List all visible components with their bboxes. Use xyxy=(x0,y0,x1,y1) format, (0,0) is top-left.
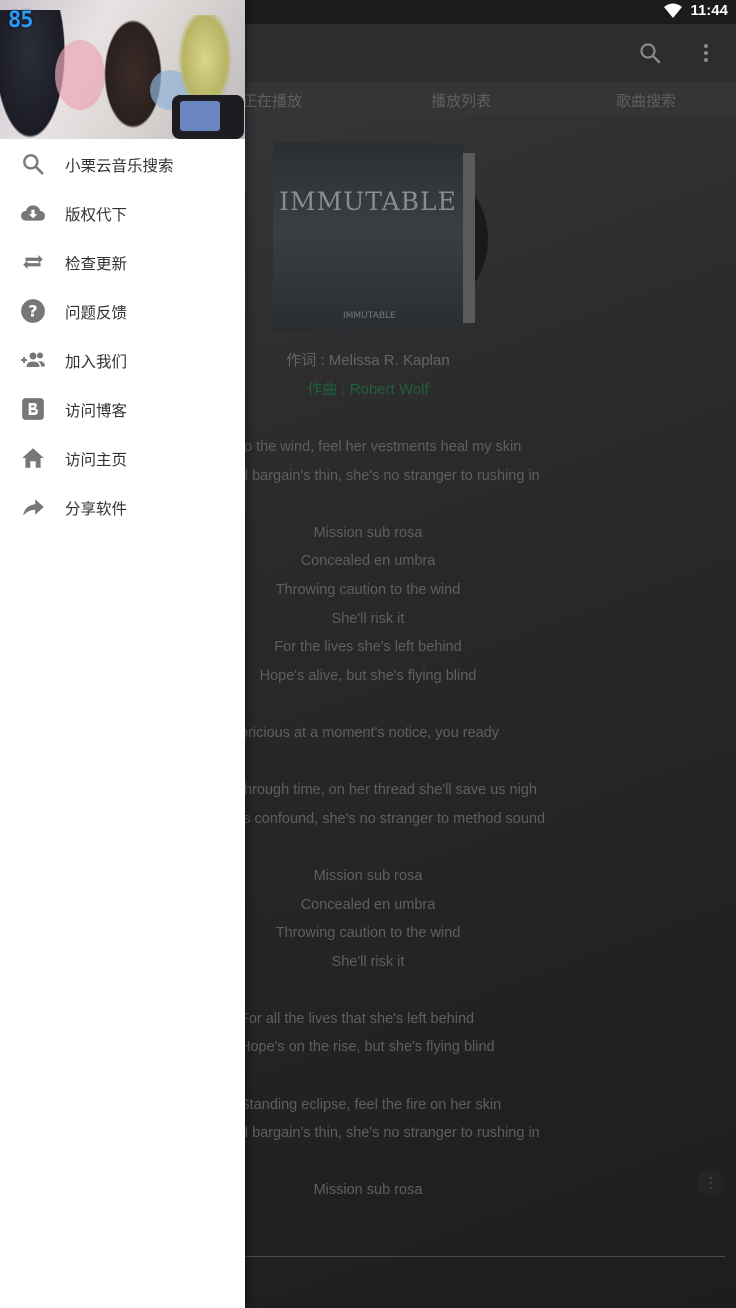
drawer-item-label: 访问博客 xyxy=(65,403,128,420)
drawer-item-homepage[interactable]: 访问主页 xyxy=(0,433,245,482)
wifi-icon xyxy=(664,3,683,18)
floating-more-button[interactable] xyxy=(697,1169,725,1197)
header-art-device-screen xyxy=(180,101,220,131)
navigation-drawer: 85 小栗云音乐搜索 版权代下 检查更新 ? 问题反馈 加入我们 访问博客 访问… xyxy=(0,0,245,1308)
drawer-item-label: 分享软件 xyxy=(65,501,128,518)
drawer-header-image: 85 xyxy=(0,0,245,139)
album-cover-subtitle: IMMUTABLE xyxy=(343,311,396,321)
status-right: 11:44 xyxy=(664,2,728,19)
search-icon[interactable] xyxy=(638,41,662,65)
drawer-item-label: 问题反馈 xyxy=(65,305,128,322)
drawer-item-label: 加入我们 xyxy=(65,354,128,371)
svg-text:?: ? xyxy=(28,301,37,320)
help-icon: ? xyxy=(21,299,45,323)
tab-song-search[interactable]: 歌曲搜索 xyxy=(616,90,676,111)
seek-bar[interactable] xyxy=(245,1256,725,1257)
blogger-icon xyxy=(22,398,44,420)
drawer-item-join-us[interactable]: 加入我们 xyxy=(0,335,245,384)
drawer-item-label: 版权代下 xyxy=(65,207,128,224)
album-cover: IMMUTABLE IMMUTABLE xyxy=(273,143,463,331)
drawer-item-share[interactable]: 分享软件 xyxy=(0,482,245,531)
tab-now-playing[interactable]: 正在播放 xyxy=(242,90,302,111)
album-cover-title: IMMUTABLE xyxy=(279,187,457,216)
drawer-item-music-search[interactable]: 小栗云音乐搜索 xyxy=(0,139,245,188)
home-icon xyxy=(22,448,44,468)
fps-badge: 85 xyxy=(8,8,33,33)
more-vert-icon xyxy=(709,1176,713,1190)
drawer-item-copyright-download[interactable]: 版权代下 xyxy=(0,188,245,237)
drawer-item-label: 检查更新 xyxy=(65,256,128,273)
repeat-icon xyxy=(23,254,43,270)
drawer-item-label: 访问主页 xyxy=(65,452,128,469)
group-add-icon xyxy=(21,352,45,367)
drawer-item-feedback[interactable]: ? 问题反馈 xyxy=(0,286,245,335)
header-art-device xyxy=(172,95,244,139)
more-vert-icon[interactable] xyxy=(694,41,718,65)
drawer-item-blog[interactable]: 访问博客 xyxy=(0,384,245,433)
status-time: 11:44 xyxy=(690,2,728,19)
drawer-item-label: 小栗云音乐搜索 xyxy=(65,158,174,175)
tab-playlist[interactable]: 播放列表 xyxy=(431,90,491,111)
drawer-menu: 小栗云音乐搜索 版权代下 检查更新 ? 问题反馈 加入我们 访问博客 访问主页 … xyxy=(0,139,245,531)
share-icon xyxy=(23,499,44,516)
drawer-item-check-update[interactable]: 检查更新 xyxy=(0,237,245,286)
disc-case-edge xyxy=(463,153,475,323)
search-icon xyxy=(23,154,44,175)
cloud-download-icon xyxy=(21,205,45,221)
